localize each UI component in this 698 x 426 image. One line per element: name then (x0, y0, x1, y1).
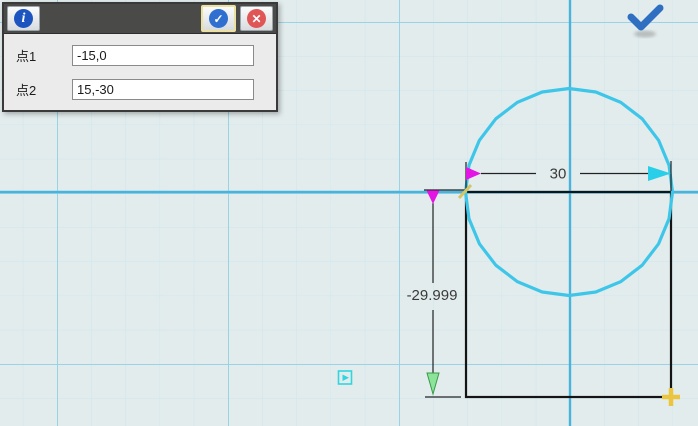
application-window: 30 -29.999 i ✓ ✕ 点1 -15,0 点2 15,-30 (0, 0, 698, 426)
horizontal-dimension-value: 30 (550, 166, 567, 183)
info-button[interactable]: i (7, 6, 40, 31)
check-icon: ✓ (209, 9, 228, 28)
vertical-dimension-value: -29.999 (407, 287, 458, 304)
confirm-button[interactable]: ✓ (201, 5, 236, 32)
checkmark-shadow (634, 30, 656, 38)
close-button[interactable]: ✕ (240, 6, 273, 31)
dialog-body: 点1 点2 (4, 34, 276, 100)
point1-label: 点1 (16, 49, 37, 64)
coordinate-dialog: i ✓ ✕ 点1 点2 (2, 2, 278, 112)
info-icon: i (14, 9, 33, 28)
point2-input[interactable] (72, 79, 254, 100)
close-icon: ✕ (247, 9, 266, 28)
point2-row: 点2 (16, 79, 276, 100)
point1-input[interactable] (72, 45, 254, 66)
point2-label: 点2 (16, 83, 37, 98)
dialog-titlebar[interactable]: i ✓ ✕ (4, 4, 276, 34)
point1-row: 点1 (16, 45, 276, 66)
